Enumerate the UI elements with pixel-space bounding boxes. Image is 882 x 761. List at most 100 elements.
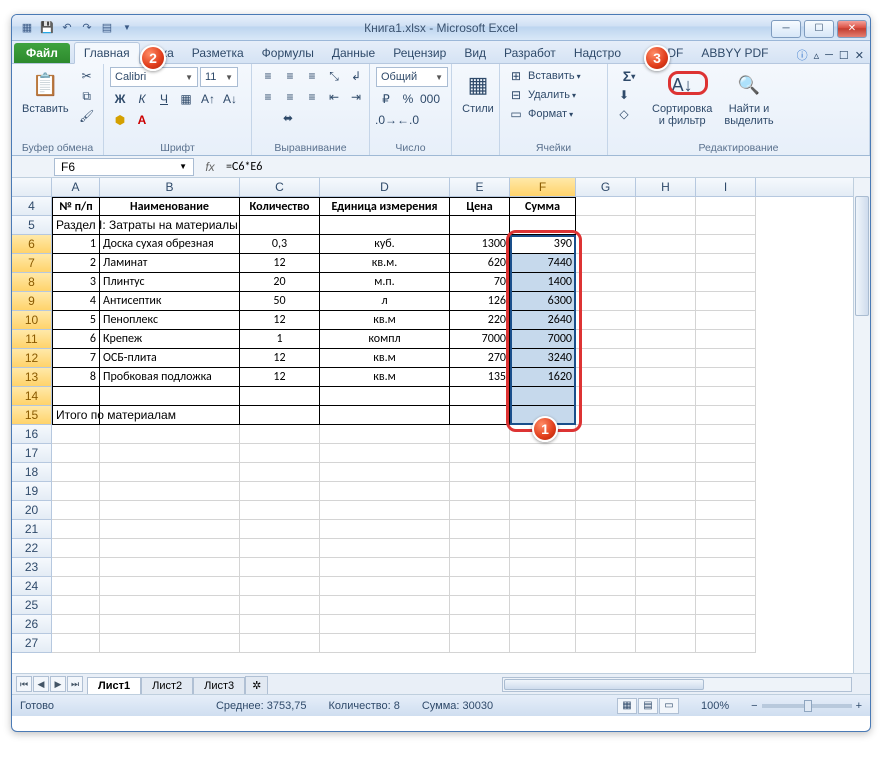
row-header[interactable]: 12 xyxy=(12,349,52,368)
cell[interactable] xyxy=(576,197,636,216)
row-header[interactable]: 18 xyxy=(12,463,52,482)
row-header[interactable]: 4 xyxy=(12,197,52,216)
styles-button[interactable]: ▦ Стили xyxy=(458,67,498,117)
cell[interactable]: кв.м. xyxy=(320,254,450,273)
cell[interactable]: Ламинат xyxy=(100,254,240,273)
view-layout-icon[interactable]: ▤ xyxy=(638,698,658,714)
paste-button[interactable]: 📋 Вставить xyxy=(18,67,73,117)
fill-button[interactable]: ⬇ xyxy=(614,86,634,104)
tab-home[interactable]: Главная xyxy=(74,42,140,64)
sort-filter-button[interactable]: A↓ Сортировка и фильтр xyxy=(648,67,716,129)
row-header[interactable]: 6 xyxy=(12,235,52,254)
row-header[interactable]: 13 xyxy=(12,368,52,387)
scrollbar-thumb[interactable] xyxy=(504,679,704,690)
row-header[interactable]: 22 xyxy=(12,539,52,558)
cell[interactable]: 390 xyxy=(510,235,576,254)
cell[interactable]: Наименование xyxy=(100,197,240,216)
horizontal-scrollbar[interactable] xyxy=(502,677,852,692)
cut-icon[interactable]: ✂ xyxy=(77,67,97,85)
minimize-ribbon-icon[interactable]: ▵ xyxy=(814,49,820,62)
qat-btn[interactable]: ▤ xyxy=(98,19,116,37)
cell[interactable]: 5 xyxy=(52,311,100,330)
orientation-icon[interactable]: ⤡ xyxy=(324,67,344,85)
col-header-b[interactable]: B xyxy=(100,178,240,196)
cell[interactable]: 3240 xyxy=(510,349,576,368)
row-header[interactable]: 24 xyxy=(12,577,52,596)
row-header[interactable]: 11 xyxy=(12,330,52,349)
cell[interactable]: компл xyxy=(320,330,450,349)
clear-button[interactable]: ◇ xyxy=(614,105,634,123)
dec-decimal-icon[interactable]: ←.0 xyxy=(398,111,418,129)
zoom-out-icon[interactable]: − xyxy=(751,700,757,712)
font-size-combo[interactable]: 11▼ xyxy=(200,67,238,87)
cell[interactable] xyxy=(100,216,240,235)
view-break-icon[interactable]: ▭ xyxy=(659,698,679,714)
qat-dropdown-icon[interactable]: ▼ xyxy=(118,19,136,37)
indent-dec-icon[interactable]: ⇤ xyxy=(324,88,344,106)
fx-icon[interactable]: fx xyxy=(198,160,222,174)
cell[interactable]: Сумма xyxy=(510,197,576,216)
col-header-d[interactable]: D xyxy=(320,178,450,196)
cell[interactable]: 126 xyxy=(450,292,510,311)
format-cells-icon[interactable]: ▭ xyxy=(506,105,526,123)
select-all-corner[interactable] xyxy=(12,178,52,196)
merge-button[interactable]: ⬌ xyxy=(258,109,318,127)
cell[interactable]: Количество xyxy=(240,197,320,216)
close-button[interactable]: ✕ xyxy=(837,20,867,38)
vertical-scrollbar[interactable] xyxy=(853,178,870,673)
cell[interactable]: 7440 xyxy=(510,254,576,273)
align-mid-icon[interactable]: ≡ xyxy=(280,67,300,85)
tab-layout[interactable]: Разметка xyxy=(183,43,253,63)
cell[interactable] xyxy=(240,216,320,235)
zoom-slider[interactable]: − + xyxy=(751,700,862,712)
cell[interactable]: кв.м xyxy=(320,349,450,368)
sheet-tab[interactable]: Лист2 xyxy=(141,677,193,694)
cell[interactable]: 12 xyxy=(240,349,320,368)
cell[interactable]: Плинтус xyxy=(100,273,240,292)
delete-cells-label[interactable]: Удалить xyxy=(528,89,570,101)
doc-min-icon[interactable]: ─ xyxy=(825,49,833,61)
percent-icon[interactable]: % xyxy=(398,90,418,108)
row-header[interactable]: 7 xyxy=(12,254,52,273)
inc-decimal-icon[interactable]: .0→ xyxy=(376,111,396,129)
row-header[interactable]: 20 xyxy=(12,501,52,520)
cell[interactable]: Единица измерения xyxy=(320,197,450,216)
tab-abbyy[interactable]: ABBYY PDF xyxy=(692,43,777,63)
col-header-e[interactable]: E xyxy=(450,178,510,196)
cell[interactable]: 2 xyxy=(52,254,100,273)
cell[interactable]: Раздел I: Затраты на материалы xyxy=(52,216,100,235)
cell[interactable]: 8 xyxy=(52,368,100,387)
cell[interactable]: 1 xyxy=(52,235,100,254)
tab-addins[interactable]: Надстро xyxy=(565,43,630,63)
cell[interactable]: 135 xyxy=(450,368,510,387)
row-header[interactable]: 25 xyxy=(12,596,52,615)
cell[interactable]: кв.м xyxy=(320,368,450,387)
col-header-g[interactable]: G xyxy=(576,178,636,196)
cell[interactable]: 3 xyxy=(52,273,100,292)
cell[interactable]: 1620 xyxy=(510,368,576,387)
comma-icon[interactable]: 000 xyxy=(420,90,440,108)
format-cells-label[interactable]: Формат xyxy=(528,108,567,120)
tab-data[interactable]: Данные xyxy=(323,43,384,63)
delete-cells-icon[interactable]: ⊟ xyxy=(506,86,526,104)
font-color-button[interactable]: A xyxy=(132,111,152,129)
align-right-icon[interactable]: ≡ xyxy=(302,88,322,106)
worksheet-grid[interactable]: A B C D E F G H I 4 № п/п Наименование К… xyxy=(12,178,870,673)
save-icon[interactable]: 💾 xyxy=(38,19,56,37)
help-icon[interactable]: ⓘ xyxy=(797,47,808,63)
sheet-tab[interactable]: Лист1 xyxy=(87,677,141,694)
cell[interactable]: Крепеж xyxy=(100,330,240,349)
cell[interactable]: Доска сухая обрезная xyxy=(100,235,240,254)
doc-close-icon[interactable]: ✕ xyxy=(855,49,864,62)
cell[interactable]: л xyxy=(320,292,450,311)
format-painter-icon[interactable]: 🖌 xyxy=(77,107,97,125)
zoom-level[interactable]: 100% xyxy=(701,700,729,712)
currency-icon[interactable]: ₽ xyxy=(376,90,396,108)
tab-formulas[interactable]: Формулы xyxy=(253,43,323,63)
row-header[interactable]: 17 xyxy=(12,444,52,463)
row-header[interactable]: 14 xyxy=(12,387,52,406)
col-header-i[interactable]: I xyxy=(696,178,756,196)
number-format-combo[interactable]: Общий▼ xyxy=(376,67,448,87)
sheet-nav-prev[interactable]: ◀ xyxy=(33,676,49,692)
sheet-tab[interactable]: Лист3 xyxy=(193,677,245,694)
